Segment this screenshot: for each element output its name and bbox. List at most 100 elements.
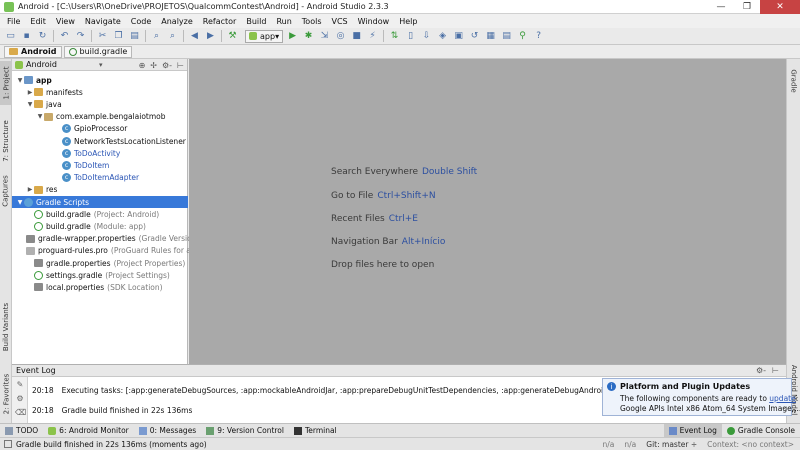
menu-code[interactable]: Code xyxy=(126,17,156,26)
menu-run[interactable]: Run xyxy=(271,17,296,26)
layout-inspector-icon[interactable]: ▣ xyxy=(452,30,465,43)
forward-icon[interactable]: ▶ xyxy=(204,30,217,43)
collapse-all-icon[interactable]: ✢ xyxy=(150,61,157,70)
tab-todo[interactable]: TODO xyxy=(0,424,43,438)
android-profiler-icon[interactable]: ⚲ xyxy=(516,30,529,43)
device-monitor-icon[interactable]: ◈ xyxy=(436,30,449,43)
tree-item[interactable]: ▶ manifests xyxy=(12,86,188,98)
menu-window[interactable]: Window xyxy=(353,17,395,26)
menu-analyze[interactable]: Analyze xyxy=(156,17,198,26)
help-icon[interactable]: ? xyxy=(532,30,545,43)
tab-event-log[interactable]: Event Log xyxy=(663,423,722,438)
tab-android-monitor[interactable]: 6: Android Monitor xyxy=(43,424,134,438)
sdk-manager-icon[interactable]: ⇩ xyxy=(420,30,433,43)
terminal-icon[interactable]: ▤ xyxy=(500,30,513,43)
scroll-from-source-icon[interactable]: ⊕ xyxy=(139,61,146,70)
open-folder-icon[interactable]: ▭ xyxy=(4,30,17,43)
sync-gradle-icon[interactable]: ⇅ xyxy=(388,30,401,43)
menu-help[interactable]: Help xyxy=(394,17,422,26)
tree-item[interactable]: proguard-rules.pro (ProGuard Rules for ap… xyxy=(12,245,203,257)
minimize-button[interactable]: — xyxy=(708,0,734,14)
expand-arrow-icon[interactable]: ▼ xyxy=(16,199,24,206)
update-link[interactable]: update xyxy=(769,394,795,403)
tree-item[interactable]: c ToDoItem xyxy=(12,159,188,171)
profile-icon[interactable]: ◎ xyxy=(334,30,347,43)
paste-icon[interactable]: ▤ xyxy=(128,30,141,43)
avd-manager-icon[interactable]: ▯ xyxy=(404,30,417,43)
run-icon[interactable]: ▶ xyxy=(286,30,299,43)
tree-item[interactable]: settings.gradle (Project Settings) xyxy=(12,269,188,281)
make-project-icon[interactable]: ⚒ xyxy=(226,30,239,43)
menu-build[interactable]: Build xyxy=(241,17,271,26)
expand-arrow-icon[interactable]: ▼ xyxy=(16,77,24,84)
tab-messages[interactable]: 0: Messages xyxy=(134,424,201,438)
menu-tools[interactable]: Tools xyxy=(297,17,327,26)
tree-item[interactable]: c GpioProcessor xyxy=(12,123,188,135)
tree-item[interactable]: c ToDoItemAdapter xyxy=(12,172,188,184)
git-branch[interactable]: Git: master ÷ xyxy=(646,440,697,449)
tool-tab-project[interactable]: 1: Project xyxy=(0,61,12,105)
attach-debugger-icon[interactable]: ⇲ xyxy=(318,30,331,43)
close-button[interactable]: ✕ xyxy=(760,0,800,14)
tool-windows-icon[interactable] xyxy=(4,440,12,448)
tree-item[interactable]: c NetworkTestsLocationListener xyxy=(12,135,188,147)
collapse-arrow-icon[interactable]: ▶ xyxy=(26,186,34,193)
tool-tab-favorites[interactable]: 2: Favorites xyxy=(0,369,12,419)
chevron-down-icon[interactable]: ⌄ xyxy=(781,403,787,411)
mark-read-icon[interactable]: ✎ xyxy=(15,380,25,390)
tree-item[interactable]: gradle.properties (Project Properties) xyxy=(12,257,188,269)
context-indicator[interactable]: Context: <no context> xyxy=(707,440,794,449)
breadcrumb-project[interactable]: Android xyxy=(4,45,62,58)
tree-item[interactable]: c ToDoActivity xyxy=(12,147,188,159)
sync-icon[interactable]: ↻ xyxy=(36,30,49,43)
run-configuration-select[interactable]: app ▾ xyxy=(245,29,284,43)
revert-icon[interactable]: ↺ xyxy=(468,30,481,43)
tool-tab-captures[interactable]: Captures xyxy=(0,171,12,211)
menu-view[interactable]: View xyxy=(51,17,80,26)
copy-icon[interactable]: ❐ xyxy=(112,30,125,43)
editor-area[interactable]: Search Everywhere Double Shift Go to File… xyxy=(189,59,786,364)
tree-item[interactable]: ▼ app xyxy=(12,74,188,86)
stop-icon[interactable]: ■ xyxy=(350,30,363,43)
menu-edit[interactable]: Edit xyxy=(25,17,51,26)
collapse-arrow-icon[interactable]: ▶ xyxy=(26,89,34,96)
menu-navigate[interactable]: Navigate xyxy=(80,17,126,26)
tree-item[interactable]: gradle-wrapper.properties (Gradle Version… xyxy=(12,233,199,245)
tool-tab-build-variants[interactable]: Build Variants xyxy=(0,297,12,357)
breadcrumb-file[interactable]: build.gradle xyxy=(63,45,133,58)
tree-item[interactable]: ▶ res xyxy=(12,184,188,196)
tree-item[interactable]: ▼ com.example.bengalaiotmob xyxy=(12,111,188,123)
tree-item[interactable]: local.properties (SDK Location) xyxy=(12,281,188,293)
clear-all-icon[interactable]: ⌫ xyxy=(15,408,26,418)
debug-icon[interactable]: ✱ xyxy=(302,30,315,43)
menu-file[interactable]: File xyxy=(2,17,25,26)
settings-icon[interactable]: ⚙ xyxy=(15,394,25,404)
tree-item[interactable]: build.gradle (Project: Android) xyxy=(12,208,188,220)
replace-icon[interactable]: ⌕ xyxy=(166,30,179,43)
undo-icon[interactable]: ↶ xyxy=(58,30,71,43)
gear-icon[interactable]: ⚙- xyxy=(756,366,766,375)
tab-version-control[interactable]: 9: Version Control xyxy=(201,424,289,438)
gear-icon[interactable]: ⚙- xyxy=(162,61,172,70)
cut-icon[interactable]: ✂ xyxy=(96,30,109,43)
maximize-button[interactable]: ❐ xyxy=(734,0,760,14)
tab-gradle-console[interactable]: Gradle Console xyxy=(722,424,800,438)
tree-item[interactable]: build.gradle (Module: app) xyxy=(12,220,188,232)
apply-changes-icon[interactable]: ⚡ xyxy=(366,30,379,43)
hide-panel-icon[interactable]: ⊢ xyxy=(772,366,779,375)
tree-item-selected[interactable]: ▼ Gradle Scripts xyxy=(12,196,188,208)
project-view-select[interactable]: Android ▾ xyxy=(15,60,102,69)
find-icon[interactable]: ⌕ xyxy=(150,30,163,43)
tool-tab-gradle[interactable]: Gradle xyxy=(787,63,800,99)
menu-vcs[interactable]: VCS xyxy=(327,17,353,26)
tab-terminal[interactable]: Terminal xyxy=(289,424,342,438)
redo-icon[interactable]: ↷ xyxy=(74,30,87,43)
save-icon[interactable]: ▪ xyxy=(20,30,33,43)
tool-tab-structure[interactable]: 7: Structure xyxy=(0,115,12,167)
expand-arrow-icon[interactable]: ▼ xyxy=(36,113,44,120)
menu-refactor[interactable]: Refactor xyxy=(198,17,242,26)
back-icon[interactable]: ◀ xyxy=(188,30,201,43)
project-structure-icon[interactable]: ▦ xyxy=(484,30,497,43)
expand-arrow-icon[interactable]: ▼ xyxy=(26,101,34,108)
hide-panel-icon[interactable]: ⊢ xyxy=(177,61,184,70)
